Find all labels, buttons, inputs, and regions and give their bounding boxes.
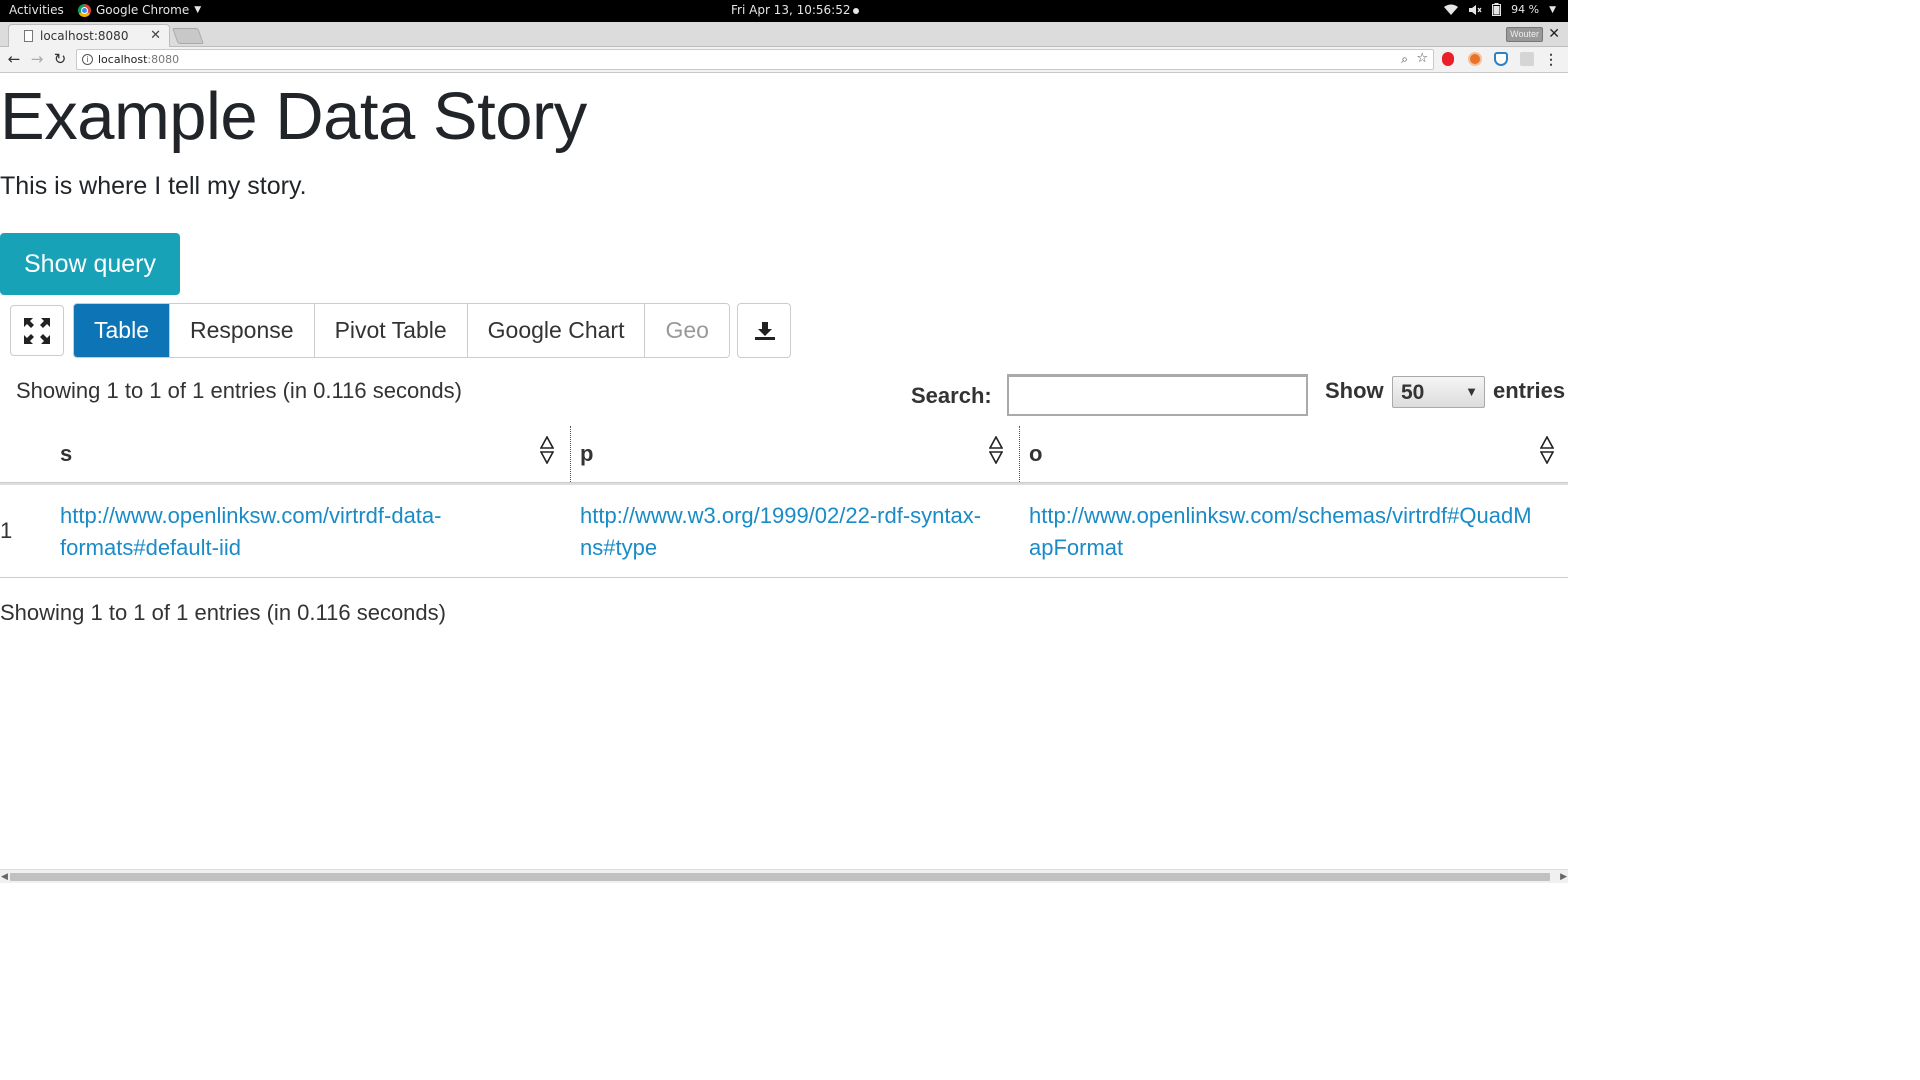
profile-button[interactable]: Wouter <box>1506 27 1543 42</box>
column-header-o[interactable]: o <box>1020 426 1568 484</box>
more-menu-icon[interactable]: ⋮ <box>1544 51 1558 68</box>
app-menu[interactable]: Google Chrome ▼ <box>78 3 201 17</box>
system-top-bar: Activities Google Chrome ▼ Fri Apr 13, 1… <box>0 0 1568 22</box>
chrome-icon <box>78 3 91 17</box>
expand-icon <box>24 318 50 344</box>
chevron-down-icon: ▼ <box>194 5 202 15</box>
column-header-s[interactable]: s <box>0 426 570 484</box>
sort-both-icon <box>540 436 554 464</box>
page-length-value: 50 <box>1401 381 1425 404</box>
system-tray[interactable]: 94 % ▼ <box>1444 3 1556 16</box>
fullscreen-button[interactable] <box>10 305 64 356</box>
cell-link-line: apFormat <box>1029 535 1124 560</box>
info-icon[interactable]: i <box>82 54 93 65</box>
notification-dot-icon <box>853 7 860 14</box>
entries-label: entries <box>1493 378 1566 403</box>
tab-pivot-table[interactable]: Pivot Table <box>314 304 468 357</box>
extension-icon[interactable] <box>1468 52 1482 66</box>
cell-link-line: ns#type <box>580 535 658 560</box>
forward-arrow-icon[interactable]: → <box>28 50 46 68</box>
search-label: Search: <box>911 383 992 408</box>
table-header-rule <box>0 482 1568 485</box>
url-host: localhost <box>98 53 148 66</box>
tab-google-chart[interactable]: Google Chart <box>467 304 646 357</box>
download-button[interactable] <box>737 303 791 358</box>
page-content: Example Data Story This is where I tell … <box>0 74 1568 869</box>
shield-extension-icon[interactable] <box>1494 52 1508 66</box>
search-input[interactable] <box>1007 374 1308 416</box>
cell-link-line: http://www.openlinksw.com/schemas/virtrd… <box>1029 503 1532 528</box>
address-bar[interactable]: i localhost:8080 ⌕ ☆ <box>76 49 1434 70</box>
opera-extension-icon[interactable] <box>1442 52 1454 66</box>
browser-toolbar: ← → ↻ i localhost:8080 ⌕ ☆ ⋮ <box>0 47 1568 73</box>
tab-response[interactable]: Response <box>169 304 315 357</box>
column-header-label: o <box>1029 441 1043 466</box>
zoom-icon[interactable]: ⌕ <box>1401 52 1408 67</box>
activities-button[interactable]: Activities <box>9 3 64 17</box>
url-port: :8080 <box>147 53 180 66</box>
download-icon <box>755 322 775 340</box>
scrollbar-thumb[interactable] <box>10 873 1550 881</box>
clock[interactable]: Fri Apr 13, 10:56:52 <box>731 3 860 17</box>
new-tab-button[interactable] <box>172 28 204 44</box>
cell-link-p[interactable]: http://www.w3.org/1999/02/22-rdf-syntax-… <box>580 500 981 564</box>
bookmark-star-icon[interactable]: ☆ <box>1416 51 1428 66</box>
layers-extension-icon[interactable] <box>1520 52 1534 66</box>
page-icon <box>24 30 33 42</box>
show-entries-label: Show <box>1325 378 1384 403</box>
clock-label: Fri Apr 13, 10:56:52 <box>731 3 851 17</box>
dropdown-arrow-icon: ▼ <box>1465 384 1478 399</box>
browser-tab-strip: localhost:8080 ✕ Wouter ✕ <box>0 22 1568 47</box>
tab-geo[interactable]: Geo <box>645 304 729 357</box>
table-row-rule <box>0 577 1568 578</box>
view-tabs: Table Response Pivot Table Google Chart … <box>73 303 730 358</box>
back-arrow-icon[interactable]: ← <box>5 50 23 68</box>
cell-link-o[interactable]: http://www.openlinksw.com/schemas/virtrd… <box>1029 500 1532 564</box>
address-url: localhost:8080 <box>98 53 179 66</box>
sort-both-icon <box>1540 436 1554 464</box>
app-menu-label: Google Chrome <box>96 3 190 17</box>
page-title: Example Data Story <box>0 79 587 154</box>
table-info-top: Showing 1 to 1 of 1 entries (in 0.116 se… <box>16 378 462 403</box>
column-header-label: p <box>580 441 594 466</box>
cell-link-s[interactable]: http://www.openlinksw.com/virtrdf-data-f… <box>60 500 441 564</box>
column-header-label: s <box>60 441 73 466</box>
page-intro: This is where I tell my story. <box>0 172 307 200</box>
page-length-select[interactable]: 50 ▼ <box>1392 376 1485 408</box>
volume-muted-icon <box>1469 4 1482 15</box>
reload-icon[interactable]: ↻ <box>51 50 69 68</box>
tab-table[interactable]: Table <box>74 304 170 357</box>
table-info-bottom: Showing 1 to 1 of 1 entries (in 0.116 se… <box>0 600 446 625</box>
cell-link-line: http://www.w3.org/1999/02/22-rdf-syntax- <box>580 503 982 528</box>
cell-link-line: formats#default-iid <box>60 535 241 560</box>
sort-both-icon <box>989 436 1003 464</box>
scroll-left-icon[interactable]: ◀ <box>1 871 8 882</box>
horizontal-scrollbar[interactable]: ◀ ▶ <box>0 869 1568 883</box>
window-close-icon[interactable]: ✕ <box>1548 25 1560 42</box>
close-icon[interactable]: ✕ <box>150 28 161 43</box>
chevron-down-icon: ▼ <box>1549 4 1556 15</box>
row-number: 1 <box>0 518 13 543</box>
browser-tab[interactable]: localhost:8080 ✕ <box>8 24 170 47</box>
column-header-p[interactable]: p <box>571 426 1019 484</box>
cell-link-line: http://www.openlinksw.com/virtrdf-data- <box>60 503 442 528</box>
scroll-right-icon[interactable]: ▶ <box>1560 871 1567 882</box>
browser-tab-title: localhost:8080 <box>40 29 129 43</box>
show-query-button[interactable]: Show query <box>0 233 180 295</box>
wifi-icon <box>1444 4 1459 15</box>
battery-icon <box>1492 3 1502 16</box>
battery-percent: 94 % <box>1511 3 1540 16</box>
